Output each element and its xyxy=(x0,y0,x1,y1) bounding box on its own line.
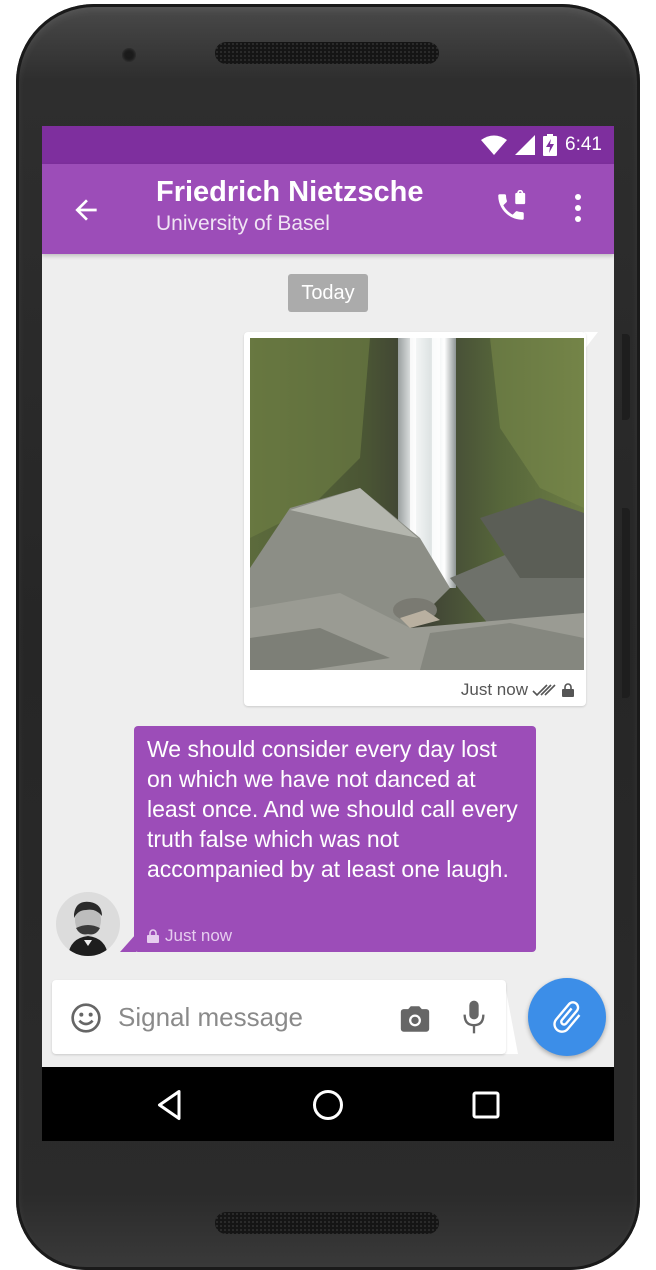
battery-icon xyxy=(543,134,558,156)
composer-tail xyxy=(504,980,518,1054)
status-time: 6:41 xyxy=(565,134,602,155)
attach-button[interactable] xyxy=(528,978,606,1056)
image-message-bubble[interactable]: Just now xyxy=(244,332,586,706)
message-text: We should consider every day lost on whi… xyxy=(147,736,518,882)
front-camera xyxy=(122,48,136,62)
image-timestamp: Just now xyxy=(460,680,528,699)
earpiece-speaker xyxy=(215,42,439,64)
power-button xyxy=(622,508,630,698)
text-message-bubble[interactable]: We should consider every day lost on whi… xyxy=(134,726,536,952)
text-message-meta: Just now xyxy=(147,926,232,946)
signal-icon xyxy=(515,135,536,155)
bubble-tail xyxy=(584,332,598,350)
double-check-icon xyxy=(532,684,556,697)
message-input[interactable] xyxy=(118,998,348,1036)
navigation-bar xyxy=(42,1067,614,1141)
attachment-icon xyxy=(553,1001,581,1033)
contact-name: Friedrich Nietzsche xyxy=(156,176,424,208)
wifi-icon xyxy=(481,135,508,155)
bottom-speaker xyxy=(215,1212,439,1234)
back-arrow-icon[interactable] xyxy=(70,194,102,226)
image-message-meta: Just now xyxy=(461,680,574,700)
nav-home-icon[interactable] xyxy=(310,1087,346,1123)
volume-button xyxy=(622,334,630,420)
nav-recents-icon[interactable] xyxy=(468,1087,504,1123)
app-bar: Friedrich Nietzsche University of Basel xyxy=(42,164,614,254)
screen: 6:41 Friedrich Nietzsche University of B… xyxy=(42,126,614,1141)
lock-icon xyxy=(147,929,159,943)
waterfall-photo[interactable] xyxy=(250,338,584,670)
contact-subtitle: University of Basel xyxy=(156,212,330,235)
lock-icon xyxy=(562,683,574,697)
date-divider: Today xyxy=(288,274,368,312)
text-timestamp: Just now xyxy=(165,926,233,945)
conversation-header[interactable]: Friedrich Nietzsche University of Basel xyxy=(156,174,424,238)
nav-back-icon[interactable] xyxy=(152,1087,188,1123)
message-composer xyxy=(52,980,506,1054)
status-bar: 6:41 xyxy=(42,126,614,164)
camera-icon[interactable] xyxy=(398,1002,432,1036)
call-icon[interactable] xyxy=(494,190,528,224)
mic-icon[interactable] xyxy=(460,998,488,1036)
more-vert-icon[interactable] xyxy=(566,190,590,226)
emoji-icon[interactable] xyxy=(70,1002,102,1034)
avatar[interactable] xyxy=(56,892,120,956)
